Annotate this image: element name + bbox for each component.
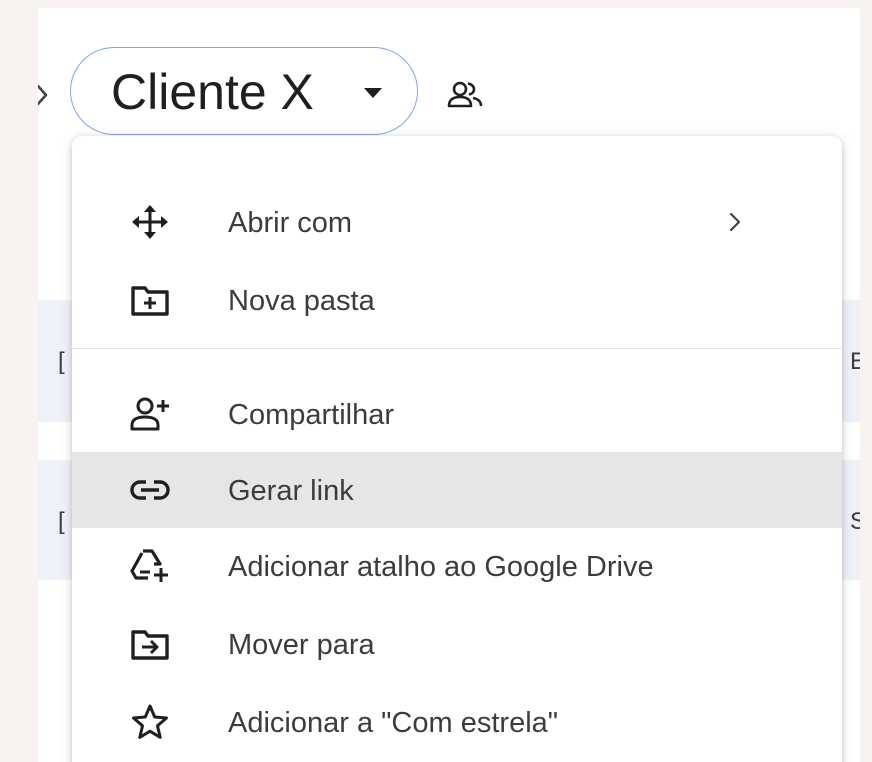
open-with-icon: [130, 204, 170, 240]
menu-item-share[interactable]: Compartilhar: [72, 376, 842, 452]
caret-down-icon: [363, 86, 383, 98]
file-row-left-text: [: [58, 508, 65, 535]
menu-item-label: Abrir com: [228, 207, 353, 239]
menu-item-label: Mover para: [228, 629, 375, 661]
context-menu: Abrir com Nova pasta Compartilhar Gerar …: [72, 136, 842, 762]
menu-item-label: Compartilhar: [228, 399, 394, 431]
file-row-left-text: [: [58, 348, 65, 375]
drive-page: [ E [ S Cliente X Abrir com Nova pasta C…: [38, 8, 860, 762]
add-shortcut-icon: [130, 548, 170, 584]
link-icon: [130, 472, 170, 508]
menu-item-add-shortcut[interactable]: Adicionar atalho ao Google Drive: [72, 528, 842, 604]
people-icon[interactable]: [446, 80, 484, 110]
star-icon: [130, 704, 170, 740]
new-folder-icon: [130, 282, 170, 318]
menu-item-get-link[interactable]: Gerar link: [72, 452, 842, 528]
chevron-right-icon: [38, 80, 52, 110]
menu-divider: [72, 348, 842, 349]
menu-item-label: Adicionar atalho ao Google Drive: [228, 551, 654, 583]
chevron-right-icon: [728, 208, 744, 236]
folder-name: Cliente X: [111, 64, 314, 120]
menu-item-label: Gerar link: [228, 475, 354, 507]
menu-item-open-with[interactable]: Abrir com: [72, 184, 842, 260]
menu-item-new-folder[interactable]: Nova pasta: [72, 262, 842, 338]
folder-name-chip[interactable]: Cliente X: [70, 47, 418, 135]
menu-item-label: Adicionar a "Com estrela": [228, 707, 559, 739]
file-row-right-text: S: [850, 508, 860, 535]
person-add-icon: [130, 396, 170, 432]
move-folder-icon: [130, 626, 170, 662]
menu-item-move-to[interactable]: Mover para: [72, 606, 842, 682]
menu-item-label: Nova pasta: [228, 285, 375, 317]
file-row-right-text: E: [850, 348, 860, 375]
menu-item-add-star[interactable]: Adicionar a "Com estrela": [72, 684, 842, 760]
